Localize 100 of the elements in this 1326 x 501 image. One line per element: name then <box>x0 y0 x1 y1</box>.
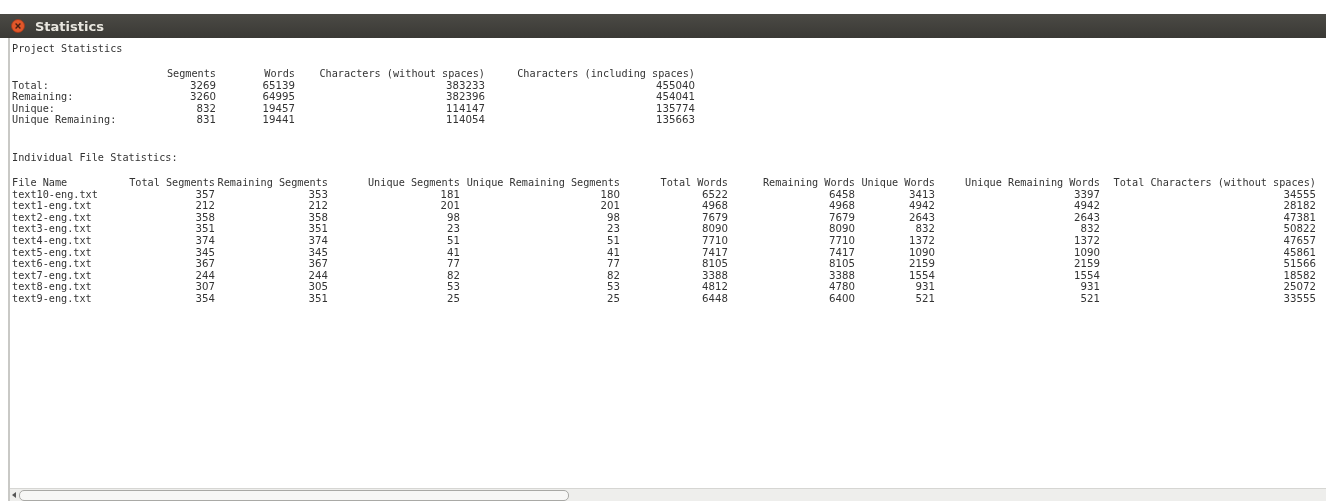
table-cell-text: 25 <box>446 292 460 305</box>
table-cell-text: 180 <box>599 188 620 201</box>
table-cell-text: 4942 <box>1073 200 1100 212</box>
table-cell-text: 77 <box>606 258 620 270</box>
column-header: Unique Remaining Segments <box>465 176 620 189</box>
horizontal-scrollbar[interactable] <box>10 488 1326 501</box>
table-cell-text: 34555 <box>1282 188 1316 201</box>
table-cell-text: 832 <box>195 102 216 115</box>
table-cell-text: 6400 <box>828 292 855 305</box>
file-name: text5-eng.txt <box>12 246 93 259</box>
row-label: Total: <box>12 79 50 92</box>
table-cell-text: 4780 <box>828 281 855 293</box>
file-name: text9-eng.txt <box>12 292 93 305</box>
table-cell-text: 521 <box>914 292 935 305</box>
table-cell-text: 212 <box>307 200 328 212</box>
table-cell-text: 64995 <box>261 91 295 103</box>
table-cell-text: 4968 <box>701 200 728 212</box>
table-cell-text: 454041 <box>655 91 695 103</box>
column-header: Total Segments <box>128 176 215 189</box>
table-cell-text: 455040 <box>655 79 695 92</box>
column-header: Unique Segments <box>367 176 460 189</box>
column-header: Remaining Segments <box>216 176 328 189</box>
table-cell-text: 3260 <box>189 91 216 103</box>
table-cell-text: 135663 <box>655 114 695 126</box>
table-cell-text: 7679 <box>828 211 855 224</box>
table-cell-text: 1372 <box>1073 234 1100 247</box>
table-cell-text: 353 <box>307 188 328 201</box>
file-name: text3-eng.txt <box>12 223 93 235</box>
table-cell-text: 244 <box>307 269 328 282</box>
table-cell-text: 3388 <box>701 269 728 282</box>
scroll-left-icon[interactable] <box>12 492 17 498</box>
row-label: Unique Remaining: <box>12 114 112 126</box>
section-heading: Project Statistics <box>12 42 124 55</box>
section-heading: Individual File Statistics: <box>12 150 179 164</box>
table-cell-text: 7417 <box>828 246 855 259</box>
table-cell-text: 307 <box>194 281 215 293</box>
table-cell-text: 374 <box>194 234 215 247</box>
table-cell-text: 358 <box>307 211 328 224</box>
table-cell-text: 201 <box>599 200 620 212</box>
table-cell-text: 82 <box>446 269 460 282</box>
table-cell-text: 25072 <box>1282 281 1316 293</box>
table-cell-text: 3397 <box>1073 188 1100 201</box>
table-cell-text: 51 <box>446 234 460 247</box>
table-cell-text: 2159 <box>908 258 935 270</box>
table-cell-text: 305 <box>307 281 328 293</box>
table-cell-text: 367 <box>194 258 215 270</box>
table-cell-text: 3413 <box>908 188 935 201</box>
table-cell-text: 114147 <box>445 102 485 115</box>
table-cell-text: 345 <box>307 246 328 259</box>
table-cell-text: 367 <box>307 258 328 270</box>
table-cell-text: 357 <box>194 188 215 201</box>
table-cell-text: 65139 <box>261 79 295 92</box>
file-name: text6-eng.txt <box>12 258 93 270</box>
table-cell-text: 244 <box>194 269 215 282</box>
table-cell-text: 51566 <box>1282 258 1316 270</box>
table-cell-text: 382396 <box>445 91 485 103</box>
table-cell-text: 6522 <box>701 188 728 201</box>
table-cell-text: 8105 <box>828 258 855 270</box>
table-cell-text: 2643 <box>908 211 935 224</box>
table-cell-text: 2159 <box>1073 258 1100 270</box>
table-cell-text: 1554 <box>908 269 935 282</box>
table-cell-text: 3388 <box>828 269 855 282</box>
scroll-thumb[interactable] <box>19 489 569 501</box>
table-cell-text: 374 <box>307 234 328 247</box>
table-cell-text: 41 <box>606 246 620 259</box>
table-cell-text: 41 <box>446 246 460 259</box>
table-cell-text: 354 <box>194 292 215 305</box>
column-header: Unique Remaining Words <box>964 176 1100 189</box>
table-cell-text: 1090 <box>1073 246 1100 259</box>
table-cell-text: 1554 <box>1073 269 1100 282</box>
table-cell-text: 832 <box>1079 223 1100 235</box>
file-name: text7-eng.txt <box>12 269 93 282</box>
file-name: text1-eng.txt <box>12 200 93 212</box>
table-cell-text: 25 <box>606 292 620 305</box>
table-cell-text: 7710 <box>701 234 728 247</box>
column-header: Characters (including spaces) <box>516 68 695 80</box>
column-header: Remaining Words <box>762 176 855 189</box>
table-cell-text: 7679 <box>701 211 728 224</box>
table-cell-text: 33555 <box>1282 292 1316 305</box>
table-cell-text: 351 <box>307 292 328 305</box>
table-cell-text: 521 <box>1079 292 1100 305</box>
table-cell-text: 98 <box>446 211 460 224</box>
table-cell-text: 358 <box>194 211 215 224</box>
table-cell-text: 98 <box>606 211 620 224</box>
table-cell-text: 23 <box>606 223 620 235</box>
table-cell-text: 1090 <box>908 246 935 259</box>
table-cell-text: 23 <box>446 223 460 235</box>
column-header: Words <box>263 68 295 80</box>
table-cell-text: 135774 <box>655 102 695 115</box>
file-name: text10-eng.txt <box>12 188 99 201</box>
table-cell-text: 114054 <box>445 114 485 126</box>
column-header: Total Words <box>659 176 728 189</box>
table-cell-text: 50822 <box>1282 223 1316 235</box>
table-cell-text: 47657 <box>1282 234 1316 247</box>
table-cell-text: 6448 <box>701 292 728 305</box>
close-icon[interactable] <box>11 19 25 33</box>
table-cell-text: 345 <box>194 246 215 259</box>
table-cell-text: 383233 <box>445 79 485 92</box>
table-cell-text: 18582 <box>1282 269 1316 282</box>
table-cell-text: 82 <box>606 269 620 282</box>
